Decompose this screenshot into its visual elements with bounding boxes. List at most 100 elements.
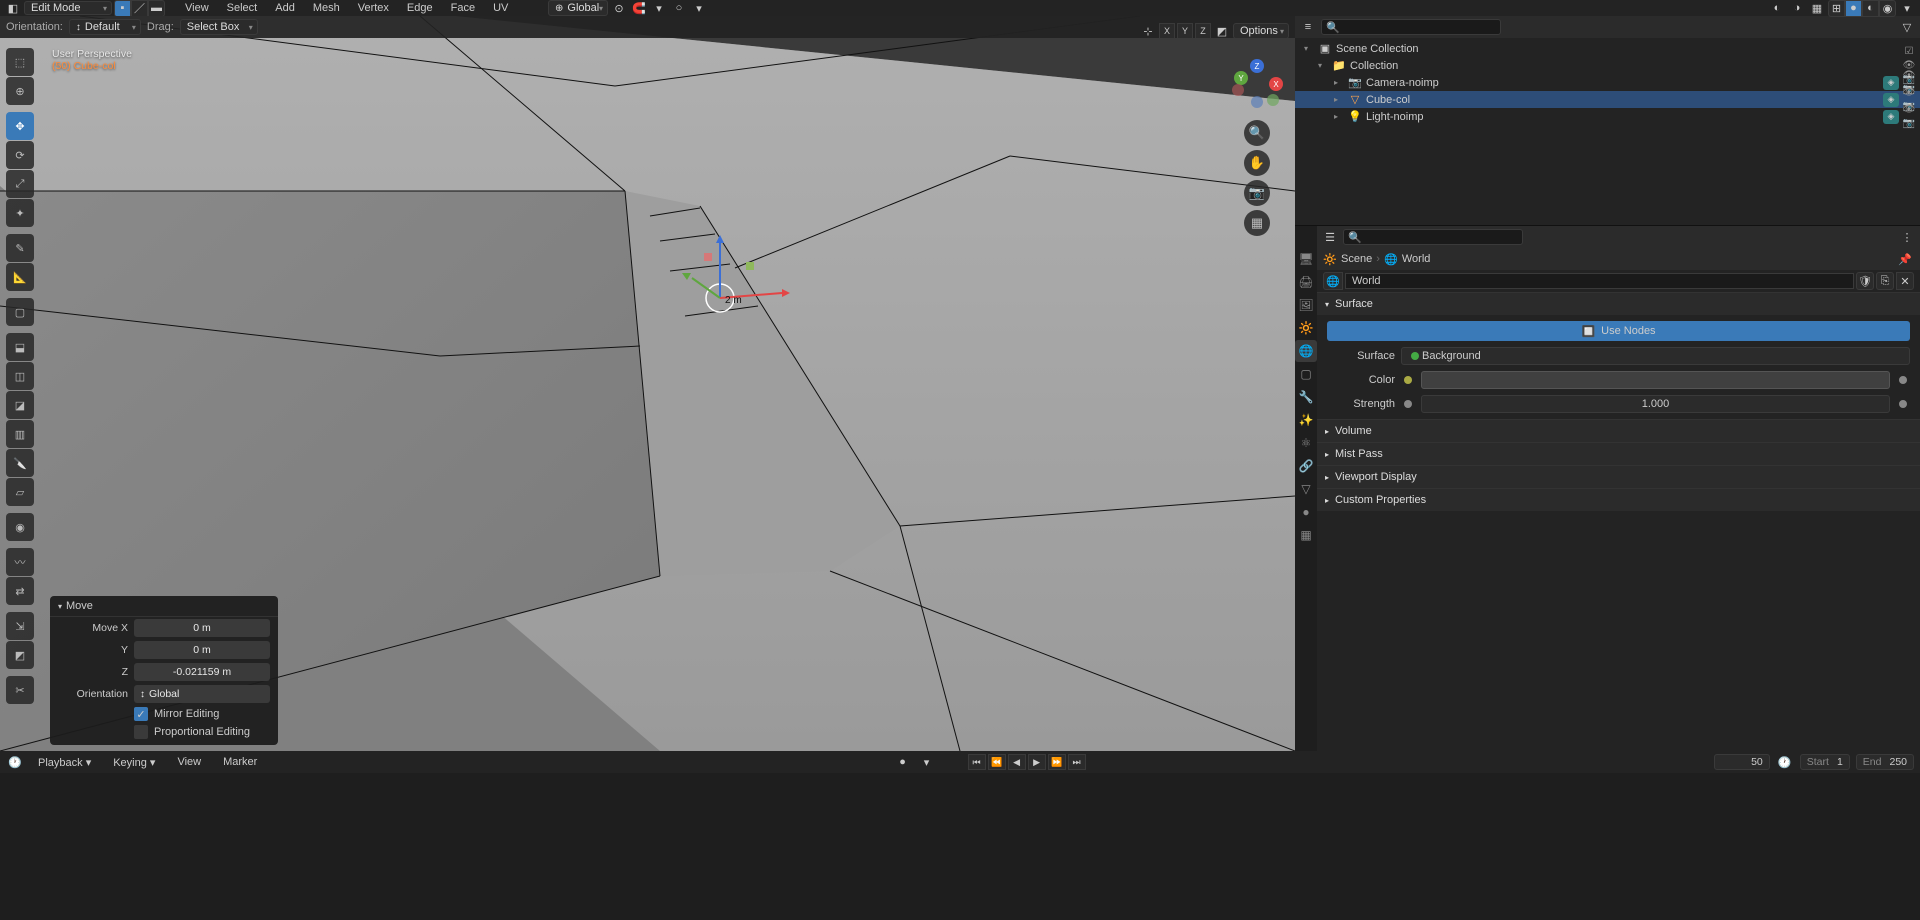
move-tool[interactable]: ✥	[6, 112, 34, 140]
menu-add[interactable]: Add	[267, 1, 303, 15]
drag-dropdown[interactable]: Select Box	[180, 19, 258, 35]
play-icon[interactable]: ▶	[1028, 754, 1046, 770]
viewportdisplay-section-header[interactable]: ▸Viewport Display	[1317, 466, 1920, 488]
bc-scene[interactable]: Scene	[1341, 253, 1372, 265]
keyframe-prev-icon[interactable]: ⏪	[988, 754, 1006, 770]
xray-icon[interactable]: ▦	[1808, 0, 1826, 17]
orientation-dropdown[interactable]: ↕Default	[69, 19, 141, 35]
polybuild-tool[interactable]: ▱	[6, 478, 34, 506]
move-y-field[interactable]: 0 m	[134, 641, 270, 659]
tab-constraint[interactable]: 🔗	[1295, 455, 1317, 477]
overlays-icon[interactable]: ◑	[1788, 0, 1806, 17]
matprev-shading[interactable]: ◐	[1862, 0, 1879, 17]
3d-viewport[interactable]: Orientation: ↕Default Drag: Select Box ⊹…	[0, 16, 1295, 751]
tab-particles[interactable]: ✨	[1295, 409, 1317, 431]
current-frame-field[interactable]: 50	[1714, 754, 1770, 770]
bevel-tool[interactable]: ◪	[6, 391, 34, 419]
tab-material[interactable]: ●	[1295, 501, 1317, 523]
transform-tool[interactable]: ✦	[6, 199, 34, 227]
pivot-icon[interactable]: ⊙	[610, 0, 628, 17]
customprops-section-header[interactable]: ▸Custom Properties	[1317, 489, 1920, 511]
autokey-dropdown-icon[interactable]: ▾	[918, 753, 936, 771]
menu-select[interactable]: Select	[219, 1, 266, 15]
exclude-toggle[interactable]: ☑	[1902, 45, 1916, 59]
anim-dot-icon[interactable]	[1899, 400, 1907, 408]
start-frame-field[interactable]: Start1	[1800, 754, 1850, 770]
zoom-icon[interactable]: 🔍	[1244, 120, 1270, 146]
select-box-tool[interactable]: ⬚	[6, 48, 34, 76]
gizmo-toggle-icon[interactable]: ⊹	[1139, 22, 1157, 40]
snap-icon[interactable]: 🧲	[630, 0, 648, 17]
bc-world[interactable]: World	[1402, 253, 1431, 265]
autokey-icon[interactable]: ●	[894, 753, 912, 771]
tab-meshdata[interactable]: ▽	[1295, 478, 1317, 500]
face-select-mode[interactable]: ▬	[148, 0, 165, 17]
spin-tool[interactable]: ◉	[6, 513, 34, 541]
menu-mesh[interactable]: Mesh	[305, 1, 348, 15]
smooth-tool[interactable]: 〰	[6, 548, 34, 576]
tree-row[interactable]: ▸ 📷 Camera-noimp ◈ 👁📷	[1295, 74, 1920, 91]
loopcut-tool[interactable]: ▥	[6, 420, 34, 448]
proportional-dropdown-icon[interactable]: ▾	[690, 0, 708, 17]
menu-uv[interactable]: UV	[485, 1, 516, 15]
options-dropdown[interactable]: Options	[1233, 23, 1289, 39]
vertex-select-mode[interactable]: ▪	[114, 0, 131, 17]
world-browse-icon[interactable]: 🌐	[1323, 272, 1343, 290]
eye-icon[interactable]: 👁	[1902, 69, 1916, 83]
mirror-editing-checkbox[interactable]: ✓	[134, 707, 148, 721]
copy-world-icon[interactable]: ⎘	[1876, 272, 1894, 290]
tree-row[interactable]: ▸ 💡 Light-noimp ◈ 👁📷	[1295, 108, 1920, 125]
rip-tool[interactable]: ✂	[6, 676, 34, 704]
shear-tool[interactable]: ◩	[6, 641, 34, 669]
play-reverse-icon[interactable]: ◀	[1008, 754, 1026, 770]
editor-type-icon[interactable]: ◧	[4, 0, 22, 17]
knife-tool[interactable]: 🔪	[6, 449, 34, 477]
outliner-editor-icon[interactable]: ≡	[1299, 18, 1317, 36]
eye-icon[interactable]: 👁	[1902, 103, 1916, 117]
unlink-world-icon[interactable]: ✕	[1896, 272, 1914, 290]
solid-shading[interactable]: ●	[1845, 0, 1862, 17]
mode-dropdown[interactable]: Edit Mode	[24, 1, 112, 15]
move-x-field[interactable]: 0 m	[134, 619, 270, 637]
op-orientation-dropdown[interactable]: ↕Global	[134, 685, 270, 703]
scale-tool[interactable]: ⤢	[6, 170, 34, 198]
snap-dropdown-icon[interactable]: ▾	[650, 0, 668, 17]
move-z-field[interactable]: -0.021159 m	[134, 663, 270, 681]
eye-icon[interactable]: 👁	[1902, 86, 1916, 100]
menu-timeline-view[interactable]: View	[169, 754, 209, 770]
menu-keying[interactable]: Keying ▾	[105, 754, 163, 771]
shading-dropdown-icon[interactable]: ▾	[1898, 0, 1916, 17]
persp-ortho-icon[interactable]: ▦	[1244, 210, 1270, 236]
mistpass-section-header[interactable]: ▸Mist Pass	[1317, 443, 1920, 465]
world-name-field[interactable]	[1345, 273, 1854, 289]
pan-icon[interactable]: ✋	[1244, 150, 1270, 176]
tab-physics[interactable]: ⚛	[1295, 432, 1317, 454]
tree-scene-collection[interactable]: ▾ ▣ Scene Collection	[1295, 40, 1920, 57]
timeline-editor-icon[interactable]: 🕐	[6, 753, 24, 771]
strength-socket-icon[interactable]	[1404, 400, 1412, 408]
color-socket-icon[interactable]	[1404, 376, 1412, 384]
tab-render[interactable]: 🖥	[1295, 248, 1317, 270]
wireframe-shading[interactable]: ⊞	[1828, 0, 1845, 17]
end-frame-field[interactable]: End250	[1856, 754, 1914, 770]
menu-marker[interactable]: Marker	[215, 754, 265, 770]
mesh-display-icon[interactable]: ◐	[1768, 0, 1786, 17]
new-world-icon[interactable]: 🛡	[1856, 272, 1874, 290]
tree-row[interactable]: ▸ ▽ Cube-col ◈ 👁📷	[1295, 91, 1920, 108]
axis-x-toggle[interactable]: X	[1159, 23, 1175, 39]
shrink-tool[interactable]: ⇲	[6, 612, 34, 640]
outliner-filter-icon[interactable]: ▽	[1898, 18, 1916, 36]
anim-dot-icon[interactable]	[1899, 376, 1907, 384]
tab-output[interactable]: 🖨	[1295, 271, 1317, 293]
keyframe-next-icon[interactable]: ⏩	[1048, 754, 1066, 770]
axis-y-toggle[interactable]: Y	[1177, 23, 1193, 39]
world-color-swatch[interactable]	[1421, 371, 1890, 389]
annotate-tool[interactable]: ✎	[6, 234, 34, 262]
properties-options-icon[interactable]: ⋮	[1898, 228, 1916, 246]
surface-shader-dropdown[interactable]: Background	[1401, 347, 1910, 365]
menu-vertex[interactable]: Vertex	[350, 1, 397, 15]
inset-tool[interactable]: ◫	[6, 362, 34, 390]
overlay-toggle-icon[interactable]: ◩	[1213, 22, 1231, 40]
jump-start-icon[interactable]: ⏮	[968, 754, 986, 770]
use-nodes-button[interactable]: 🔲 Use Nodes	[1327, 321, 1910, 341]
